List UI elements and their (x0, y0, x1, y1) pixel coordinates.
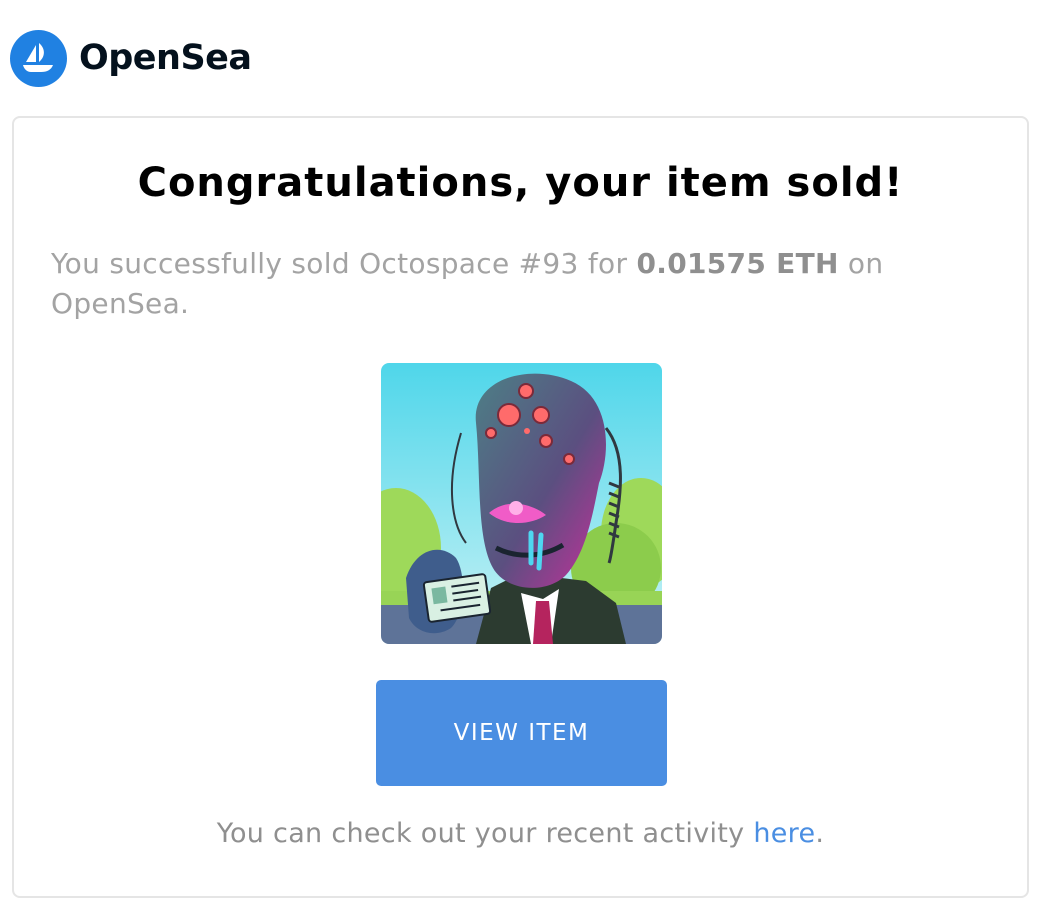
activity-message-prefix: You can check out your recent activity (216, 818, 754, 849)
activity-message-suffix: . (815, 818, 825, 849)
activity-message: You can check out your recent activity h… (14, 818, 1027, 849)
opensea-boat-icon (10, 29, 67, 87)
sale-price: 0.01575 ETH (636, 247, 839, 280)
email-page: OpenSea Congratulations, your item sold!… (0, 0, 1049, 919)
nft-item-image[interactable] (381, 363, 662, 644)
brand-header: OpenSea (10, 29, 252, 87)
email-card: Congratulations, your item sold! You suc… (12, 116, 1029, 898)
sale-message-prefix: You successfully sold Octospace #93 for (51, 247, 637, 280)
activity-link[interactable]: here (753, 818, 815, 849)
headline: Congratulations, your item sold! (137, 160, 904, 206)
view-item-button[interactable]: VIEW ITEM (376, 680, 667, 786)
sale-message: You successfully sold Octospace #93 for … (51, 244, 951, 324)
brand-name: OpenSea (79, 38, 252, 78)
